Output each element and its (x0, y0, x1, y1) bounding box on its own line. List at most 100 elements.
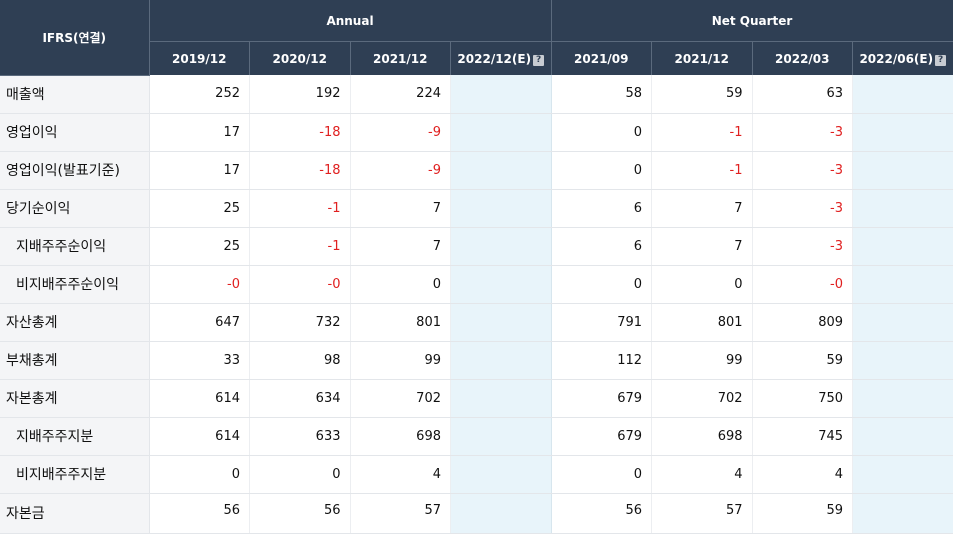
value-cell: 614 (149, 379, 250, 418)
value-cell: 56 (249, 493, 351, 534)
value-cell: 698 (350, 417, 451, 456)
estimate-cell (852, 303, 953, 342)
value-cell: 17 (149, 113, 250, 152)
estimate-cell (450, 341, 552, 380)
table-row: 자산총계 647 732 801 791 801 809 (0, 303, 953, 342)
value-cell: 0 (350, 265, 451, 304)
value-cell: 732 (249, 303, 351, 342)
estimate-cell (852, 227, 953, 266)
estimate-cell (852, 341, 953, 380)
question-mark-icon[interactable]: ? (533, 54, 545, 66)
table-row: 자본금 56 56 57 56 57 59 (0, 493, 953, 534)
value-cell: 58 (551, 75, 653, 114)
value-cell: 647 (149, 303, 250, 342)
value-cell: 801 (350, 303, 451, 342)
value-cell: -9 (350, 151, 451, 190)
row-label: 지배주주순이익 (0, 227, 150, 266)
value-cell: 112 (551, 341, 653, 380)
period-header-2021-12q: 2021/12 (651, 41, 753, 75)
value-cell: -3 (752, 113, 854, 152)
value-cell: 0 (149, 455, 250, 494)
value-cell: 56 (551, 493, 653, 534)
value-cell: 192 (249, 75, 351, 114)
value-cell: -9 (350, 113, 451, 152)
period-header-2021-09: 2021/09 (551, 41, 653, 75)
table-row: 자본총계 614 634 702 679 702 750 (0, 379, 953, 418)
value-cell: 59 (752, 493, 854, 534)
estimate-cell (852, 417, 953, 456)
estimate-cell (852, 493, 953, 534)
value-cell: 6 (551, 189, 653, 228)
value-cell: 679 (551, 379, 653, 418)
value-cell: 33 (149, 341, 250, 380)
table-row: 비지배주주순이익 -0 -0 0 0 0 -0 (0, 265, 953, 304)
value-cell: -0 (149, 265, 250, 304)
value-cell: 57 (350, 493, 451, 534)
value-cell: 25 (149, 189, 250, 228)
value-cell: -18 (249, 151, 351, 190)
value-cell: 809 (752, 303, 854, 342)
estimate-cell (450, 455, 552, 494)
value-cell: 0 (551, 455, 653, 494)
estimate-cell (852, 151, 953, 190)
value-cell: 634 (249, 379, 351, 418)
estimate-cell (450, 113, 552, 152)
row-label: 자본총계 (0, 379, 150, 418)
value-cell: 6 (551, 227, 653, 266)
value-cell: -1 (249, 227, 351, 266)
period-header-label: 2022/06(E) (859, 51, 934, 66)
row-label: 매출액 (0, 75, 150, 114)
row-label: 영업이익 (0, 113, 150, 152)
estimate-cell (450, 151, 552, 190)
question-mark-icon[interactable]: ? (935, 54, 947, 66)
table-row: 지배주주지분 614 633 698 679 698 745 (0, 417, 953, 456)
value-cell: 801 (651, 303, 753, 342)
row-label: 비지배주주지분 (0, 455, 150, 494)
value-cell: 679 (551, 417, 653, 456)
estimate-cell (450, 75, 552, 114)
period-header-2022-06e: 2022/06(E)? (852, 41, 953, 75)
value-cell: 4 (752, 455, 854, 494)
value-cell: -3 (752, 189, 854, 228)
value-cell: 4 (651, 455, 753, 494)
table-row: 영업이익 17 -18 -9 0 -1 -3 (0, 113, 953, 152)
row-label: 비지배주주순이익 (0, 265, 150, 304)
estimate-cell (852, 379, 953, 418)
financial-summary-table: IFRS(연결) Annual Net Quarter 2019/12 2020… (0, 0, 953, 534)
estimate-cell (450, 303, 552, 342)
value-cell: 0 (551, 265, 653, 304)
value-cell: -3 (752, 151, 854, 190)
value-cell: 99 (651, 341, 753, 380)
annual-group-header: Annual (149, 0, 552, 42)
value-cell: 7 (651, 189, 753, 228)
value-cell: 745 (752, 417, 854, 456)
value-cell: -18 (249, 113, 351, 152)
value-cell: 4 (350, 455, 451, 494)
value-cell: -1 (651, 151, 753, 190)
value-cell: 702 (350, 379, 451, 418)
value-cell: -0 (249, 265, 351, 304)
row-label: 부채총계 (0, 341, 150, 380)
estimate-cell (450, 417, 552, 456)
value-cell: 0 (551, 151, 653, 190)
estimate-cell (852, 455, 953, 494)
value-cell: 7 (350, 189, 451, 228)
row-label: 당기순이익 (0, 189, 150, 228)
value-cell: 59 (651, 75, 753, 114)
value-cell: 63 (752, 75, 854, 114)
period-header-2022-12e: 2022/12(E)? (450, 41, 552, 75)
value-cell: 0 (249, 455, 351, 494)
net-quarter-group-header: Net Quarter (551, 0, 953, 42)
estimate-cell (852, 189, 953, 228)
value-cell: 750 (752, 379, 854, 418)
table-row: 영업이익(발표기준) 17 -18 -9 0 -1 -3 (0, 151, 953, 190)
ifrs-corner-header: IFRS(연결) (0, 0, 150, 76)
value-cell: 7 (651, 227, 753, 266)
estimate-cell (450, 379, 552, 418)
value-cell: 0 (551, 113, 653, 152)
value-cell: 25 (149, 227, 250, 266)
value-cell: 698 (651, 417, 753, 456)
period-header-2022-03: 2022/03 (752, 41, 854, 75)
value-cell: 224 (350, 75, 451, 114)
estimate-cell (450, 493, 552, 534)
